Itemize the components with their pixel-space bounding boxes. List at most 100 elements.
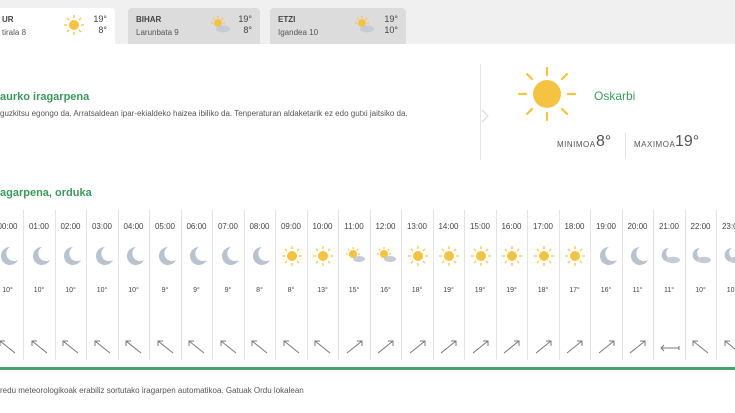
wind-arrow-icon: [0, 340, 16, 354]
sun-icon: [565, 246, 585, 266]
hour-column: 23:00 10°: [717, 210, 735, 360]
tab-day-after[interactable]: ETZI Igandea 10 19° 10°: [270, 8, 406, 44]
tab-tomorrow-date: Larunbata 9: [136, 28, 179, 37]
hour-time: 22:00: [690, 222, 711, 231]
hourly-title: agarpena, orduka: [0, 187, 92, 199]
hour-column: 05:00 9°: [150, 210, 182, 360]
moon-icon: [221, 246, 239, 265]
hour-time: 16:00: [501, 222, 522, 231]
hour-column: 12:00 16°: [370, 210, 402, 360]
hour-temperature: 16°: [380, 287, 391, 294]
hour-column: 00:00 10°: [0, 210, 24, 360]
tab-day-after-date: Igandea 10: [278, 28, 319, 37]
hour-temperature: 19°: [474, 287, 486, 294]
hour-temperature: 10°: [695, 287, 706, 294]
tab-day-after-max: 19°: [384, 14, 398, 24]
hour-temperature: 13°: [317, 287, 328, 294]
sun-cloud-icon: [211, 16, 230, 33]
hour-time: 09:00: [280, 222, 302, 231]
hour-column: 17:00 18°: [528, 210, 560, 360]
hour-column: 06:00 9°: [181, 210, 213, 360]
wind-arrow-icon: [283, 340, 299, 354]
wind-arrow-icon: [659, 344, 679, 352]
sun-icon: [64, 15, 84, 35]
sun-icon: [470, 246, 491, 266]
hour-column: 09:00 8°: [276, 210, 308, 360]
forecast-title: aurko iragarpena: [0, 91, 90, 103]
hour-time: 13:00: [406, 222, 428, 231]
hour-column: 04:00 10°: [118, 210, 150, 360]
hour-temperature: 8°: [256, 287, 263, 294]
hour-time: 05:00: [154, 222, 176, 231]
wind-arrow-icon: [31, 340, 47, 354]
wind-arrow-icon: [377, 340, 394, 354]
tab-tomorrow[interactable]: BIHAR Larunbata 9 19° 8°: [128, 8, 260, 44]
hour-temperature: 10°: [726, 287, 735, 294]
hour-column: 14:00 19°: [433, 210, 465, 360]
day-tabs: UR tirala 8 19° 8° BIHAR Larunbata 9 19°…: [0, 0, 735, 44]
moon-icon: [95, 246, 113, 265]
hour-column: 18:00 17°: [559, 210, 591, 360]
moon-cloud-icon: [661, 247, 680, 264]
hour-temperature: 10°: [65, 287, 76, 294]
moon-icon: [599, 246, 617, 265]
hour-temperature: 10°: [96, 287, 108, 294]
sun-icon: [533, 246, 554, 266]
sun-icon: [407, 246, 428, 266]
hour-temperature: 9°: [224, 287, 232, 294]
hour-column: 20:00 11°: [622, 210, 654, 360]
wind-arrow-icon: [629, 340, 646, 354]
hour-time: 17:00: [532, 222, 554, 231]
hour-time: 10:00: [312, 222, 333, 231]
hour-column: 10:00 13°: [307, 210, 339, 360]
wind-arrow-icon: [62, 340, 79, 354]
wind-arrow-icon: [314, 340, 331, 354]
hour-column: 03:00 10°: [87, 210, 119, 360]
hour-temperature: 18°: [411, 287, 423, 294]
wind-arrow-icon: [188, 340, 205, 354]
hour-time: 21:00: [658, 222, 680, 231]
forecast-panel: aurko iragarpena guzkitsu egongo da. Arr…: [0, 44, 735, 413]
hour-temperature: 9°: [193, 287, 200, 294]
hour-column: 08:00 8°: [244, 210, 276, 360]
hour-time: 04:00: [123, 222, 144, 231]
hour-column: 22:00 10°: [685, 210, 717, 360]
hour-time: 14:00: [438, 222, 459, 231]
hour-column: 13:00 18°: [402, 210, 434, 360]
hour-column: 02:00 10°: [55, 210, 87, 360]
hour-temperature: 16°: [600, 287, 612, 294]
hour-time: 18:00: [564, 222, 585, 231]
hour-temperature: 11°: [663, 287, 675, 294]
wind-arrow-icon: [724, 340, 735, 351]
min-label: MINIMOA: [557, 140, 596, 149]
wind-arrow-icon: [409, 340, 425, 354]
hour-time: 01:00: [28, 222, 50, 231]
sky-condition: Oskarbi: [594, 89, 636, 103]
moon-cloud-icon: [692, 247, 711, 264]
sun-icon: [517, 66, 577, 122]
hour-temperature: 10°: [128, 287, 139, 294]
max-label: MAXIMOA: [634, 140, 676, 149]
hour-column: 01:00 10°: [24, 210, 56, 360]
wind-arrow-icon: [346, 340, 362, 354]
moon-icon: [63, 246, 81, 265]
sun-cloud-icon: [377, 247, 396, 262]
hour-temperature: 8°: [287, 287, 295, 294]
moon-icon: [126, 246, 144, 265]
hour-time: 11:00: [344, 222, 364, 231]
tab-tomorrow-name: BIHAR: [136, 15, 162, 24]
tab-day-after-name: ETZI: [278, 15, 296, 24]
hour-temperature: 10°: [2, 287, 13, 294]
hour-column: 11:00 15°: [339, 210, 371, 360]
tab-today-name: UR: [2, 15, 14, 24]
tab-today-max: 19°: [93, 14, 107, 24]
hour-temperature: 19°: [443, 287, 454, 294]
hour-time: 03:00: [91, 222, 113, 231]
moon-icon: [252, 246, 270, 265]
hour-time: 07:00: [217, 222, 239, 231]
moon-icon: [630, 246, 648, 265]
hour-time: 00:00: [0, 222, 18, 231]
tab-today-min: 8°: [98, 25, 107, 35]
tab-today[interactable]: UR tirala 8 19° 8°: [0, 8, 115, 44]
hour-column: 21:00 11°: [654, 210, 686, 360]
